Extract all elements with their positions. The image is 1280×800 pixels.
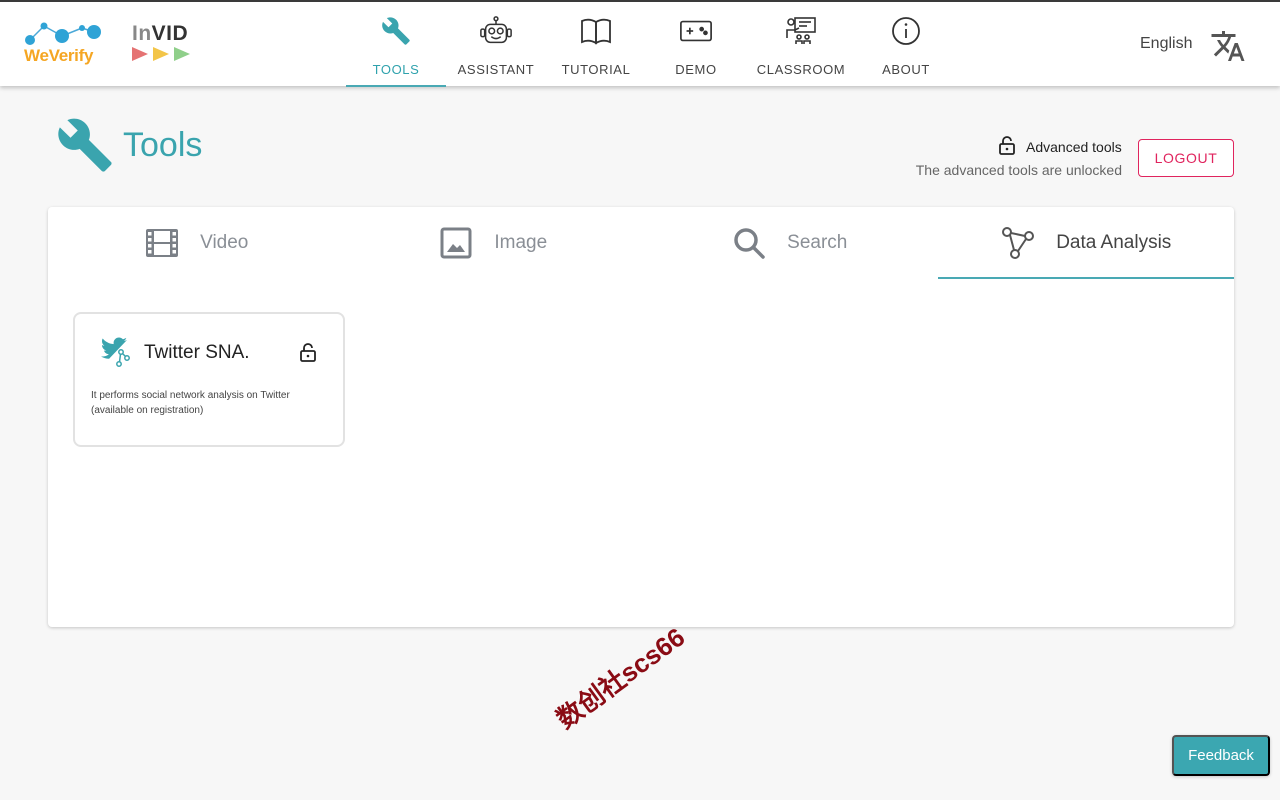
nav-assistant-label: ASSISTANT <box>457 62 535 77</box>
weverify-logo-text: WeVerify <box>24 46 94 65</box>
nav-classroom-label: CLASSROOM <box>756 62 846 77</box>
film-icon <box>144 225 180 261</box>
advanced-tools-status: The advanced tools are unlocked <box>915 162 1122 178</box>
nav-assistant[interactable]: ASSISTANT <box>446 2 546 86</box>
nav-classroom[interactable]: CLASSROOM <box>746 2 856 86</box>
invid-play-arrows-icon <box>132 47 190 61</box>
advanced-tools-label: Advanced tools <box>1026 139 1122 155</box>
tool-category-tabs: Video Image Search Data Analysis <box>48 207 1234 279</box>
nav-tutorial[interactable]: TUTORIAL <box>546 2 646 86</box>
watermark-text: 数创社scs66 <box>550 621 691 735</box>
weverify-logo-mark <box>25 22 101 45</box>
invid-logo-vid: VID <box>151 22 189 45</box>
tab-image[interactable]: Image <box>345 207 642 279</box>
feedback-button[interactable]: Feedback <box>1172 735 1270 776</box>
tab-search[interactable]: Search <box>641 207 938 279</box>
info-icon <box>889 14 923 48</box>
invid-logo-in: In <box>132 22 152 45</box>
twitter-sna-icon <box>97 334 131 368</box>
nav-demo[interactable]: DEMO <box>646 2 746 86</box>
tab-video-label: Video <box>200 232 249 253</box>
tool-card-twitter-sna[interactable]: Twitter SNA. It performs social network … <box>73 312 345 447</box>
tab-data-analysis-label: Data Analysis <box>1056 232 1172 253</box>
language-selector[interactable]: English <box>1140 35 1192 53</box>
logout-button[interactable]: LOGOUT <box>1138 139 1234 177</box>
tab-search-label: Search <box>787 232 848 253</box>
lock-open-icon <box>299 343 317 363</box>
page-title: Tools <box>123 126 203 164</box>
tool-card-title: Twitter SNA. <box>144 342 250 363</box>
top-app-bar: WeVerify InVID TOOLS ASSISTANT TUTORIAL … <box>0 0 1280 87</box>
weverify-logo[interactable]: WeVerify <box>22 18 106 70</box>
robot-icon <box>479 14 513 48</box>
book-icon <box>579 14 613 48</box>
tool-card-description: It performs social network analysis on T… <box>91 390 290 416</box>
classroom-icon <box>784 14 818 48</box>
wrench-icon <box>379 14 413 48</box>
lock-open-icon <box>998 136 1016 156</box>
tools-title-wrench-icon <box>56 116 116 176</box>
image-icon <box>438 225 474 261</box>
nav-tools[interactable]: TOOLS <box>346 2 446 87</box>
tab-data-analysis[interactable]: Data Analysis <box>937 207 1235 279</box>
tools-panel: Video Image Search Data Analysis Twitter… <box>48 207 1234 627</box>
nav-about-label: ABOUT <box>882 62 930 77</box>
translate-icon[interactable] <box>1210 28 1246 64</box>
invid-logo-text: InVID <box>132 22 188 46</box>
main-nav: TOOLS ASSISTANT TUTORIAL DEMO CLASSROOM … <box>346 2 956 87</box>
nav-tools-label: TOOLS <box>372 62 420 77</box>
nav-demo-label: DEMO <box>675 62 717 77</box>
invid-logo[interactable]: InVID <box>130 22 200 66</box>
tab-video[interactable]: Video <box>48 207 345 279</box>
search-icon <box>731 225 767 261</box>
nav-tutorial-label: TUTORIAL <box>561 62 631 77</box>
tab-image-label: Image <box>494 232 548 253</box>
gamepad-icon <box>679 14 713 48</box>
graph-nodes-icon <box>1000 225 1036 261</box>
nav-about[interactable]: ABOUT <box>856 2 956 86</box>
